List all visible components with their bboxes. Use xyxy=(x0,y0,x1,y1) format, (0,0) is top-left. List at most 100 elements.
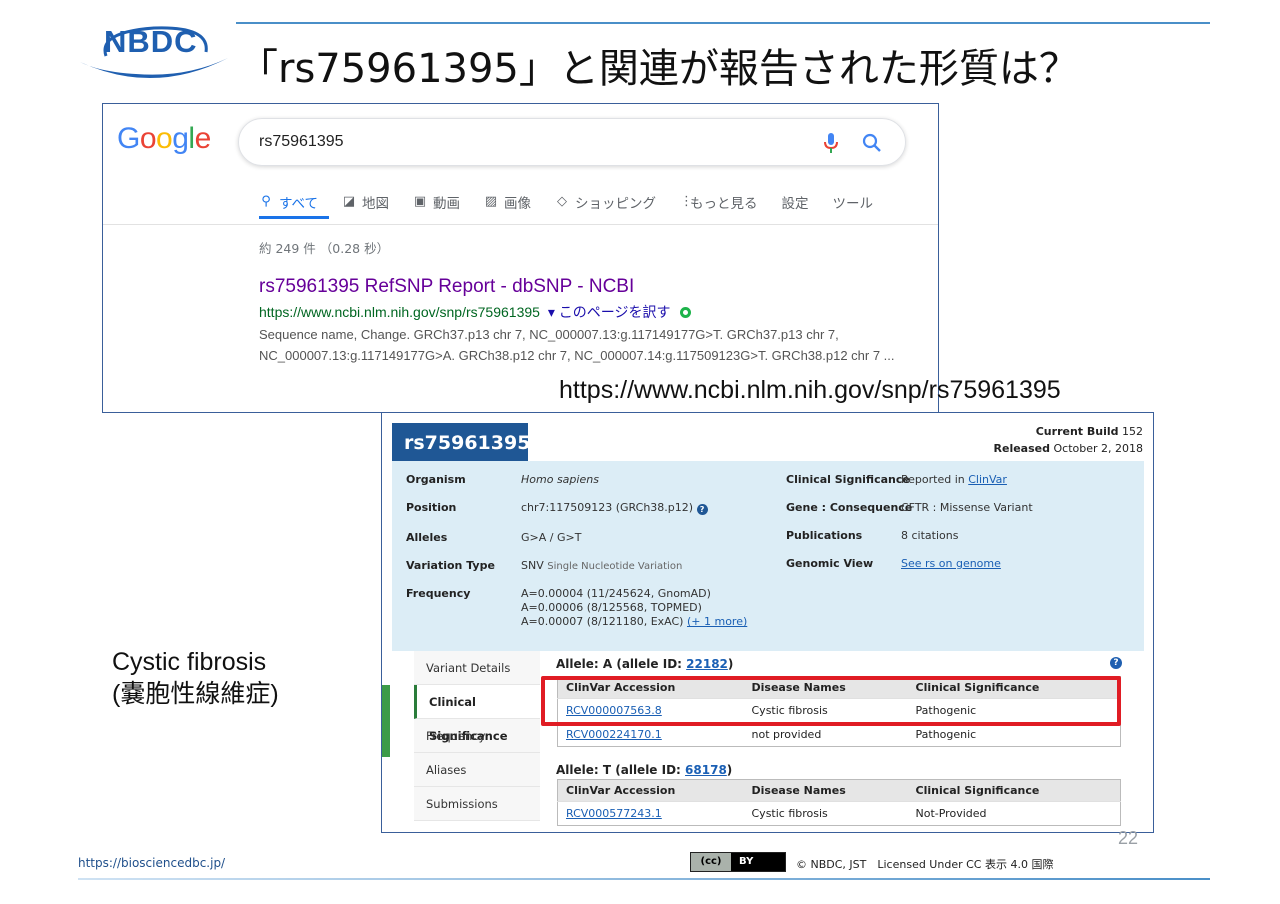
video-icon: ▣ xyxy=(413,194,427,209)
footer-rule xyxy=(78,878,1210,880)
released-label: Released xyxy=(993,442,1050,455)
gene-consequence-label: Gene : Consequence xyxy=(786,501,913,514)
status-dot-icon xyxy=(680,307,692,318)
disease-caption-en: Cystic fibrosis xyxy=(112,648,267,676)
allele-a-suffix: ) xyxy=(727,657,734,671)
tab-settings[interactable]: 設定 xyxy=(782,190,809,214)
publications-label: Publications xyxy=(786,529,863,542)
variation-type-label: Variation Type xyxy=(406,559,495,572)
tab-shopping[interactable]: ◇ ショッピング xyxy=(555,190,656,214)
organism-label: Organism xyxy=(406,473,466,486)
frequency-label: Frequency xyxy=(406,587,471,600)
page-number: 22 xyxy=(1118,828,1139,848)
image-icon: ▨ xyxy=(484,194,498,209)
allele-t-id-link[interactable]: 68178 xyxy=(685,763,727,777)
search-input[interactable] xyxy=(259,133,779,151)
frequency-value: A=0.00004 (11/245624, GnomAD) A=0.00006 … xyxy=(521,587,747,629)
tab-more[interactable]: ⋮ もっと見る xyxy=(680,190,758,214)
summary-box: Organism Homo sapiens Position chr7:1175… xyxy=(392,461,1144,651)
allele-t-table: ClinVar Accession Disease Names Clinical… xyxy=(557,779,1121,826)
organism-value: Homo sapiens xyxy=(521,473,599,486)
google-logo-letter: G xyxy=(117,122,140,155)
tab-all[interactable]: ⚲ すべて xyxy=(259,190,318,214)
rs-id-header: rs75961395 xyxy=(392,423,530,463)
by-icon: BY xyxy=(731,853,785,871)
tag-icon: ◇ xyxy=(557,194,568,209)
disease-name: Cystic fibrosis xyxy=(743,801,908,826)
frequency-line: A=0.00006 (8/125568, TOPMED) xyxy=(521,601,702,614)
position-label: Position xyxy=(406,501,457,514)
more-icon: ⋮ xyxy=(680,194,694,209)
nbdc-logo: NBDC xyxy=(76,22,232,80)
column-header: Clinical Significance xyxy=(907,779,1121,802)
side-nav-variant-details[interactable]: Variant Details xyxy=(414,651,540,685)
frequency-more-link[interactable]: (+ 1 more) xyxy=(687,615,747,628)
tab-videos[interactable]: ▣ 動画 xyxy=(413,190,460,214)
translate-link[interactable]: ▾ このページを訳す xyxy=(548,304,671,320)
allele-a-title: Allele: A (allele ID: 22182) xyxy=(556,657,733,671)
cc-icon: (cc) xyxy=(691,853,731,871)
url-caption: https://www.ncbi.nlm.nih.gov/snp/rs75961… xyxy=(559,376,1061,404)
search-icon[interactable] xyxy=(861,132,883,154)
slide-title: 「rs75961395」と関連が報告された形質は？ xyxy=(238,46,1079,92)
tab-label: ツール xyxy=(832,196,874,212)
logo-text: NBDC xyxy=(104,24,198,59)
variation-type-value: SNV Single Nucleotide Variation xyxy=(521,559,682,574)
clinical-significance-label: Clinical Significance xyxy=(786,473,910,486)
result-url-text[interactable]: https://www.ncbi.nlm.nih.gov/snp/rs75961… xyxy=(259,304,540,320)
clinvar-link[interactable]: ClinVar xyxy=(968,473,1007,486)
released-value: October 2, 2018 xyxy=(1053,442,1143,455)
ncbi-dbsnp-panel: rs75961395 Current Build 152 Released Oc… xyxy=(381,412,1154,833)
frequency-line: A=0.00004 (11/245624, GnomAD) xyxy=(521,587,711,600)
license-text: © NBDC, JST Licensed Under CC 表示 4.0 国際 xyxy=(796,858,1054,871)
column-header: Disease Names xyxy=(743,779,908,802)
microphone-icon[interactable] xyxy=(823,132,839,154)
frequency-line: A=0.00007 (8/121180, ExAC) xyxy=(521,615,684,628)
clinical-significance: Pathogenic xyxy=(907,722,1121,747)
disease-name: not provided xyxy=(743,722,908,747)
result-title-link[interactable]: rs75961395 RefSNP Report - dbSNP - NCBI xyxy=(259,276,634,298)
genomic-view-link[interactable]: See rs on genome xyxy=(901,557,1001,571)
side-nav-clinical-significance[interactable]: Clinical Significance xyxy=(414,685,540,743)
side-nav: Variant Details Clinical Significance Fr… xyxy=(414,651,540,821)
table-row: RCV000224170.1 not provided Pathogenic xyxy=(557,722,1121,747)
result-url: https://www.ncbi.nlm.nih.gov/snp/rs75961… xyxy=(259,302,692,322)
search-box[interactable] xyxy=(238,118,906,166)
divider xyxy=(103,224,938,225)
highlight-annotation-box xyxy=(541,676,1121,726)
allele-a-prefix: Allele: A (allele ID: xyxy=(556,657,682,671)
tab-label: もっと見る xyxy=(690,196,758,212)
allele-t-prefix: Allele: T (allele ID: xyxy=(556,763,681,777)
tab-label: 動画 xyxy=(433,196,461,212)
clinical-significance-value: Reported in ClinVar xyxy=(901,473,1007,487)
build-info: Current Build 152 Released October 2, 20… xyxy=(994,423,1143,457)
allele-t-suffix: ) xyxy=(726,763,733,777)
clinical-prefix: Reported in xyxy=(901,473,965,486)
table-header-row: ClinVar Accession Disease Names Clinical… xyxy=(557,779,1121,802)
result-snippet: Sequence name, Change. GRCh37.p13 chr 7,… xyxy=(259,327,895,363)
tab-images[interactable]: ▨ 画像 xyxy=(484,190,531,214)
active-tab-indicator xyxy=(259,216,329,219)
tab-maps[interactable]: ◪ 地図 xyxy=(342,190,389,214)
side-accent-bar xyxy=(382,685,390,757)
side-nav-aliases[interactable]: Aliases xyxy=(414,753,540,787)
header-rule xyxy=(236,22,1210,24)
allele-a-id-link[interactable]: 22182 xyxy=(686,657,728,671)
google-search-panel: Google ⚲ すべて ◪ 地図 ▣ 動画 ▨ 画像 ◇ xyxy=(102,103,939,413)
variation-type-text: SNV xyxy=(521,559,544,572)
help-icon[interactable]: ? xyxy=(696,504,708,515)
info-icon[interactable]: ? xyxy=(1110,657,1122,669)
tab-label: 設定 xyxy=(781,196,809,212)
table-row: RCV000577243.1 Cystic fibrosis Not-Provi… xyxy=(557,801,1121,826)
clinvar-accession-link[interactable]: RCV000224170.1 xyxy=(557,722,744,747)
map-icon: ◪ xyxy=(342,194,356,209)
clinvar-accession-link[interactable]: RCV000577243.1 xyxy=(557,801,744,826)
publications-value: 8 citations xyxy=(901,529,959,542)
side-nav-submissions[interactable]: Submissions xyxy=(414,787,540,821)
disease-caption-ja: (嚢胞性線維症) xyxy=(112,680,279,708)
side-nav-frequency[interactable]: Frequency xyxy=(414,719,540,753)
clinical-significance: Not-Provided xyxy=(907,801,1121,826)
alleles-value: G>A / G>T xyxy=(521,531,582,544)
gene-consequence-value: CFTR : Missense Variant xyxy=(901,501,1033,514)
tab-tools[interactable]: ツール xyxy=(833,190,874,214)
